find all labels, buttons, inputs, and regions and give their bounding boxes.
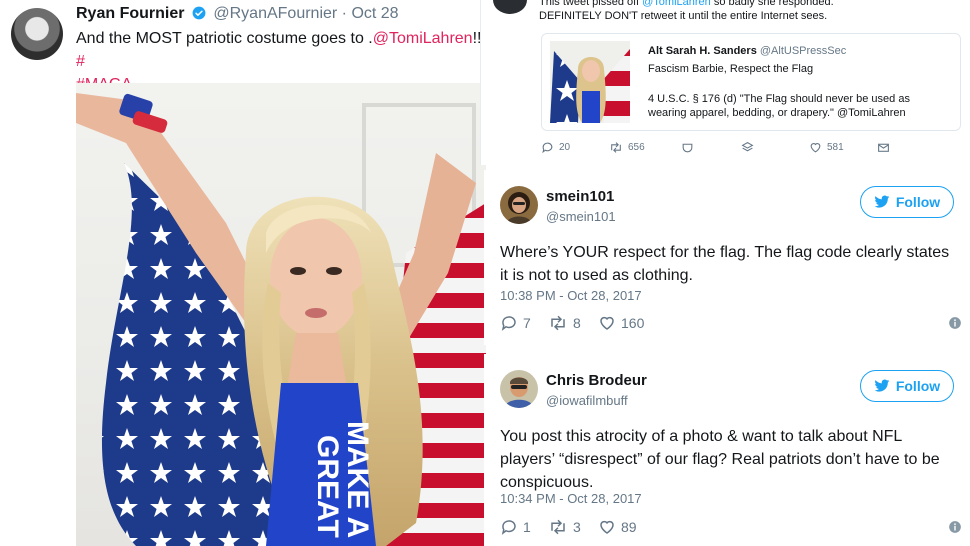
tweet-actions: 7 8 160 — [500, 314, 962, 334]
retweet-count: 3 — [573, 519, 581, 535]
retweet-action[interactable]: 3 — [548, 518, 581, 536]
avatar[interactable] — [11, 8, 63, 60]
avatar[interactable] — [500, 370, 538, 408]
tweet-header: Ryan Fournier @RyanAFournier · Oct 28 — [76, 5, 399, 23]
author-name[interactable]: Chris Brodeur — [546, 372, 647, 389]
reply-action[interactable]: 7 — [500, 314, 531, 332]
info-icon[interactable] — [948, 316, 962, 330]
tweet-text-line: DEFINITELY DON'T retweet it until the en… — [539, 10, 828, 22]
tweet-body: You post this atrocity of a photo & want… — [500, 428, 940, 491]
quote-text-line: wearing apparel, bedding, or drapery." @… — [648, 107, 906, 119]
reply-count: 1 — [523, 519, 531, 535]
heart-icon — [600, 316, 614, 330]
dm-action[interactable] — [877, 141, 890, 154]
tweet-body: Where’s YOUR respect for the flag. The f… — [500, 244, 950, 284]
verified-badge-icon — [192, 6, 206, 20]
mention-link[interactable]: @TomiLahren — [642, 0, 711, 8]
avatar[interactable] — [500, 186, 538, 224]
follow-label: Follow — [895, 194, 941, 210]
tweet-text-line: This tweet pissed off @TomiLahren so bad… — [539, 0, 834, 8]
bookmark-icon — [682, 143, 693, 153]
tweet-text-suffix: so badly she responded. — [710, 0, 834, 8]
quote-author-handle[interactable]: @AltUSPressSec — [760, 45, 846, 57]
author-handle[interactable]: @iowafilmbuff — [546, 393, 628, 408]
follow-button[interactable]: Follow — [860, 370, 954, 402]
author-handle[interactable]: @smein101 — [546, 209, 616, 224]
heart-save-action[interactable] — [681, 141, 694, 154]
tweet-actions: 20 656 581 — [541, 141, 961, 157]
envelope-icon — [878, 143, 889, 152]
heart-icon — [600, 520, 614, 534]
quote-thumbnail[interactable] — [550, 41, 630, 123]
tweet-date[interactable]: · Oct 28 — [342, 5, 399, 22]
reply-icon — [501, 520, 516, 535]
share-action[interactable] — [741, 141, 754, 154]
tweet-timestamp[interactable]: 10:38 PM - Oct 28, 2017 — [500, 288, 642, 303]
retweet-action[interactable]: 656 — [609, 141, 645, 154]
quoted-tweet-screenshot: This tweet pissed off @TomiLahren so bad… — [480, 0, 970, 165]
like-count: 89 — [621, 519, 637, 535]
layers-icon — [741, 142, 754, 152]
reply-icon — [542, 142, 553, 154]
shirt-text-great: GREAT — [311, 435, 344, 538]
tweet-text-prefix: This tweet pissed off — [539, 0, 643, 8]
retweet-icon — [551, 519, 565, 535]
tweet-photo[interactable]: MAKE A GREAT — [76, 83, 486, 546]
like-action[interactable]: 89 — [598, 518, 637, 536]
quote-author: Alt Sarah H. Sanders @AltUSPressSec — [648, 45, 846, 57]
tweet-timestamp[interactable]: 10:34 PM - Oct 28, 2017 — [500, 491, 642, 506]
like-count: 160 — [621, 315, 645, 331]
reply-count: 7 — [523, 315, 531, 331]
bird-icon — [874, 379, 890, 392]
retweet-count: 656 — [628, 142, 645, 153]
like-count: 581 — [827, 142, 844, 153]
hashtag-cut[interactable]: # — [76, 53, 85, 70]
retweet-icon — [611, 142, 621, 153]
tweet-card: smein101 @smein101 Follow Where’s YOUR r… — [484, 170, 970, 345]
left-tweet: Ryan Fournier @RyanAFournier · Oct 28 An… — [0, 0, 486, 546]
follow-label: Follow — [895, 378, 941, 394]
retweet-icon — [551, 315, 565, 331]
quote-card[interactable]: Alt Sarah H. Sanders @AltUSPressSec Fasc… — [541, 33, 961, 131]
shirt-text-make: MAKE A — [341, 421, 374, 538]
info-icon[interactable] — [948, 520, 962, 534]
tweet-actions: 1 3 89 — [500, 518, 962, 538]
reply-action[interactable]: 20 — [541, 141, 570, 154]
retweet-action[interactable]: 8 — [548, 314, 581, 332]
quote-text-line: 4 U.S.C. § 176 (d) "The Flag should neve… — [648, 93, 910, 105]
like-action[interactable]: 160 — [598, 314, 644, 332]
avatar[interactable] — [493, 0, 527, 14]
bird-icon — [874, 195, 890, 208]
reply-icon — [501, 316, 516, 331]
like-action[interactable]: 581 — [809, 141, 844, 154]
heart-icon — [810, 143, 821, 153]
reply-action[interactable]: 1 — [500, 518, 531, 536]
retweet-count: 8 — [573, 315, 581, 331]
reply-count: 20 — [559, 142, 571, 153]
tweet-card: Chris Brodeur @iowafilmbuff Follow You p… — [484, 354, 970, 546]
author-handle[interactable]: @RyanAFournier — [213, 5, 337, 22]
follow-button[interactable]: Follow — [860, 186, 954, 218]
tweet-text-start: And the MOST patriotic costume goes to . — [76, 30, 373, 47]
quote-text-line: Fascism Barbie, Respect the Flag — [648, 63, 814, 75]
mention-link[interactable]: @TomiLahren — [373, 30, 473, 47]
author-name[interactable]: smein101 — [546, 188, 614, 205]
author-name[interactable]: Ryan Fournier — [76, 5, 184, 22]
quote-author-name[interactable]: Alt Sarah H. Sanders — [648, 45, 757, 57]
